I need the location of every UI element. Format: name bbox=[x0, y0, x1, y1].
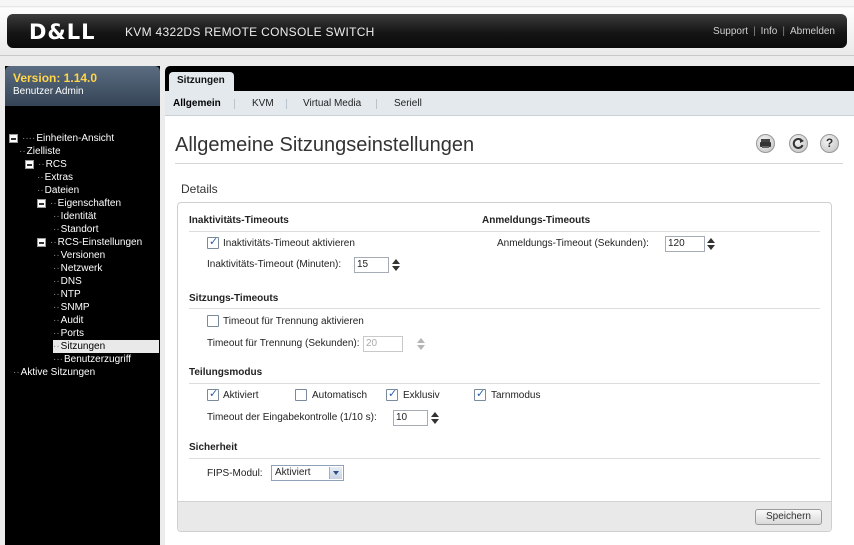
title-bar: D&LL KVM 4322DS REMOTE CONSOLE SWITCH Su… bbox=[7, 14, 847, 48]
security-heading: Sicherheit bbox=[189, 442, 238, 453]
inactivity-heading: Inaktivitäts-Timeouts bbox=[189, 215, 289, 226]
section-divider bbox=[189, 458, 820, 459]
logout-link[interactable]: Abmelden bbox=[790, 26, 835, 37]
tree-item-ports[interactable]: ··Ports bbox=[53, 327, 159, 340]
tree-item-audit[interactable]: ··Audit bbox=[53, 314, 159, 327]
inactivity-minutes-stepper[interactable] bbox=[392, 258, 400, 272]
tab-seriell[interactable]: Seriell bbox=[394, 98, 422, 109]
tree-item-aktive-sitzungen[interactable]: ··Aktive Sitzungen bbox=[13, 366, 159, 379]
tree-item-einheiten-ansicht[interactable]: ····Einheiten-Ansicht bbox=[9, 132, 159, 145]
tree-item-identitaet[interactable]: ··Identität bbox=[53, 210, 159, 223]
collapse-icon[interactable] bbox=[37, 237, 46, 247]
tree-item-rcs-einstellungen[interactable]: ··RCS-Einstellungen bbox=[37, 236, 159, 249]
inactivity-minutes-input[interactable]: 15 bbox=[354, 257, 389, 273]
info-link[interactable]: Info bbox=[761, 26, 778, 37]
tab-kvm[interactable]: KVM bbox=[252, 98, 274, 109]
input-timeout-stepper[interactable] bbox=[431, 411, 439, 425]
tree-item-sitzungen[interactable]: ··Sitzungen bbox=[53, 340, 159, 353]
dell-logo: D&LL bbox=[29, 20, 96, 44]
disconnect-seconds-input[interactable]: 20 bbox=[363, 336, 403, 352]
login-timeout-input[interactable]: 120 bbox=[665, 236, 705, 252]
user-label: Benutzer Admin bbox=[13, 86, 84, 97]
product-title: KVM 4322DS REMOTE CONSOLE SWITCH bbox=[125, 25, 375, 39]
refresh-icon[interactable] bbox=[789, 134, 808, 153]
version-label: Version: 1.14.0 bbox=[13, 71, 98, 85]
tab-sitzungen[interactable]: Sitzungen bbox=[169, 72, 234, 91]
inactivity-enable-label: Inaktivitäts-Timeout aktivieren bbox=[223, 238, 355, 249]
tree-item-zielliste[interactable]: ··Zielliste bbox=[19, 145, 159, 158]
input-timeout-input[interactable]: 10 bbox=[393, 410, 428, 426]
tree-item-netzwerk[interactable]: ··Netzwerk bbox=[53, 262, 159, 275]
sub-tab-bar: Allgemein KVM Virtual Media Seriell bbox=[165, 91, 854, 116]
main-content: Allgemeine Sitzungseinstellungen ? Detai… bbox=[165, 116, 854, 545]
sharing-exclusive-checkbox[interactable] bbox=[386, 387, 398, 401]
top-links: Support | Info | Abmelden bbox=[713, 26, 835, 37]
inactivity-minutes-label: Inaktivitäts-Timeout (Minuten): bbox=[207, 259, 342, 270]
section-divider bbox=[189, 308, 820, 309]
tab-virtual-media[interactable]: Virtual Media bbox=[303, 98, 361, 109]
fips-select[interactable]: Aktiviert bbox=[271, 465, 344, 481]
print-icon[interactable] bbox=[756, 134, 775, 153]
tree-item-standort[interactable]: ··Standort bbox=[53, 223, 159, 236]
details-label: Details bbox=[181, 182, 218, 196]
sharing-heading: Teilungsmodus bbox=[189, 367, 263, 378]
tree-item-dateien[interactable]: ··Dateien bbox=[37, 184, 159, 197]
sharing-enabled-checkbox[interactable] bbox=[207, 387, 219, 401]
tree-item-benutzerzugriff[interactable]: ···Benutzerzugriff bbox=[53, 353, 159, 366]
version-panel: Version: 1.14.0 Benutzer Admin bbox=[5, 66, 160, 106]
sharing-stealth-label: Tarnmodus bbox=[491, 390, 541, 401]
save-button[interactable]: Speichern bbox=[754, 509, 822, 525]
fips-selected-value: Aktiviert bbox=[275, 467, 311, 478]
disconnect-seconds-stepper[interactable] bbox=[417, 337, 425, 351]
collapse-icon[interactable] bbox=[25, 159, 34, 169]
link-separator: | bbox=[782, 26, 785, 37]
main-tab-bar: Sitzungen bbox=[165, 66, 854, 91]
tab-allgemein[interactable]: Allgemein bbox=[173, 98, 221, 109]
tree-item-ntp[interactable]: ··NTP bbox=[53, 288, 159, 301]
tree-item-snmp[interactable]: ··SNMP bbox=[53, 301, 159, 314]
details-panel: Inaktivitäts-Timeouts Anmeldungs-Timeout… bbox=[177, 202, 832, 532]
support-link[interactable]: Support bbox=[713, 26, 748, 37]
inactivity-enable-checkbox[interactable] bbox=[207, 235, 219, 249]
title-divider bbox=[175, 163, 843, 164]
tree-item-versionen[interactable]: ··Versionen bbox=[53, 249, 159, 262]
tree-item-dns[interactable]: ··DNS bbox=[53, 275, 159, 288]
tab-separator bbox=[234, 99, 235, 109]
section-divider bbox=[189, 383, 820, 384]
sharing-enabled-label: Aktiviert bbox=[223, 390, 259, 401]
section-divider bbox=[189, 231, 820, 232]
chevron-down-icon bbox=[329, 467, 342, 479]
login-timeout-label: Anmeldungs-Timeout (Sekunden): bbox=[497, 238, 649, 249]
collapse-icon[interactable] bbox=[9, 133, 18, 143]
disconnect-timeout-checkbox[interactable] bbox=[207, 315, 219, 327]
session-heading: Sitzungs-Timeouts bbox=[189, 293, 279, 304]
login-heading: Anmeldungs-Timeouts bbox=[482, 215, 591, 226]
tree-item-extras[interactable]: ··Extras bbox=[37, 171, 159, 184]
login-timeout-stepper[interactable] bbox=[707, 237, 715, 251]
tab-separator bbox=[286, 99, 287, 109]
link-separator: | bbox=[753, 26, 756, 37]
tab-separator bbox=[376, 99, 377, 109]
input-timeout-label: Timeout der Eingabekontrolle (1/10 s): bbox=[207, 412, 377, 423]
sidebar: Version: 1.14.0 Benutzer Admin ····Einhe… bbox=[5, 66, 160, 545]
sharing-stealth-checkbox[interactable] bbox=[474, 387, 486, 401]
sharing-automatic-label: Automatisch bbox=[312, 390, 368, 401]
disconnect-seconds-label: Timeout für Trennung (Sekunden): bbox=[207, 338, 360, 349]
fips-label: FIPS-Modul: bbox=[207, 468, 263, 479]
help-icon[interactable]: ? bbox=[820, 134, 839, 153]
disconnect-timeout-label: Timeout für Trennung aktivieren bbox=[223, 316, 364, 327]
tree-item-rcs[interactable]: ··RCS bbox=[25, 158, 159, 171]
collapse-icon[interactable] bbox=[37, 198, 46, 208]
header: D&LL KVM 4322DS REMOTE CONSOLE SWITCH Su… bbox=[0, 0, 854, 56]
sharing-exclusive-label: Exklusiv bbox=[403, 390, 440, 401]
page-title: Allgemeine Sitzungseinstellungen bbox=[175, 134, 475, 156]
sharing-automatic-checkbox[interactable] bbox=[295, 389, 307, 401]
tree-item-eigenschaften[interactable]: ··Eigenschaften bbox=[37, 197, 159, 210]
panel-footer: Speichern bbox=[178, 501, 831, 531]
